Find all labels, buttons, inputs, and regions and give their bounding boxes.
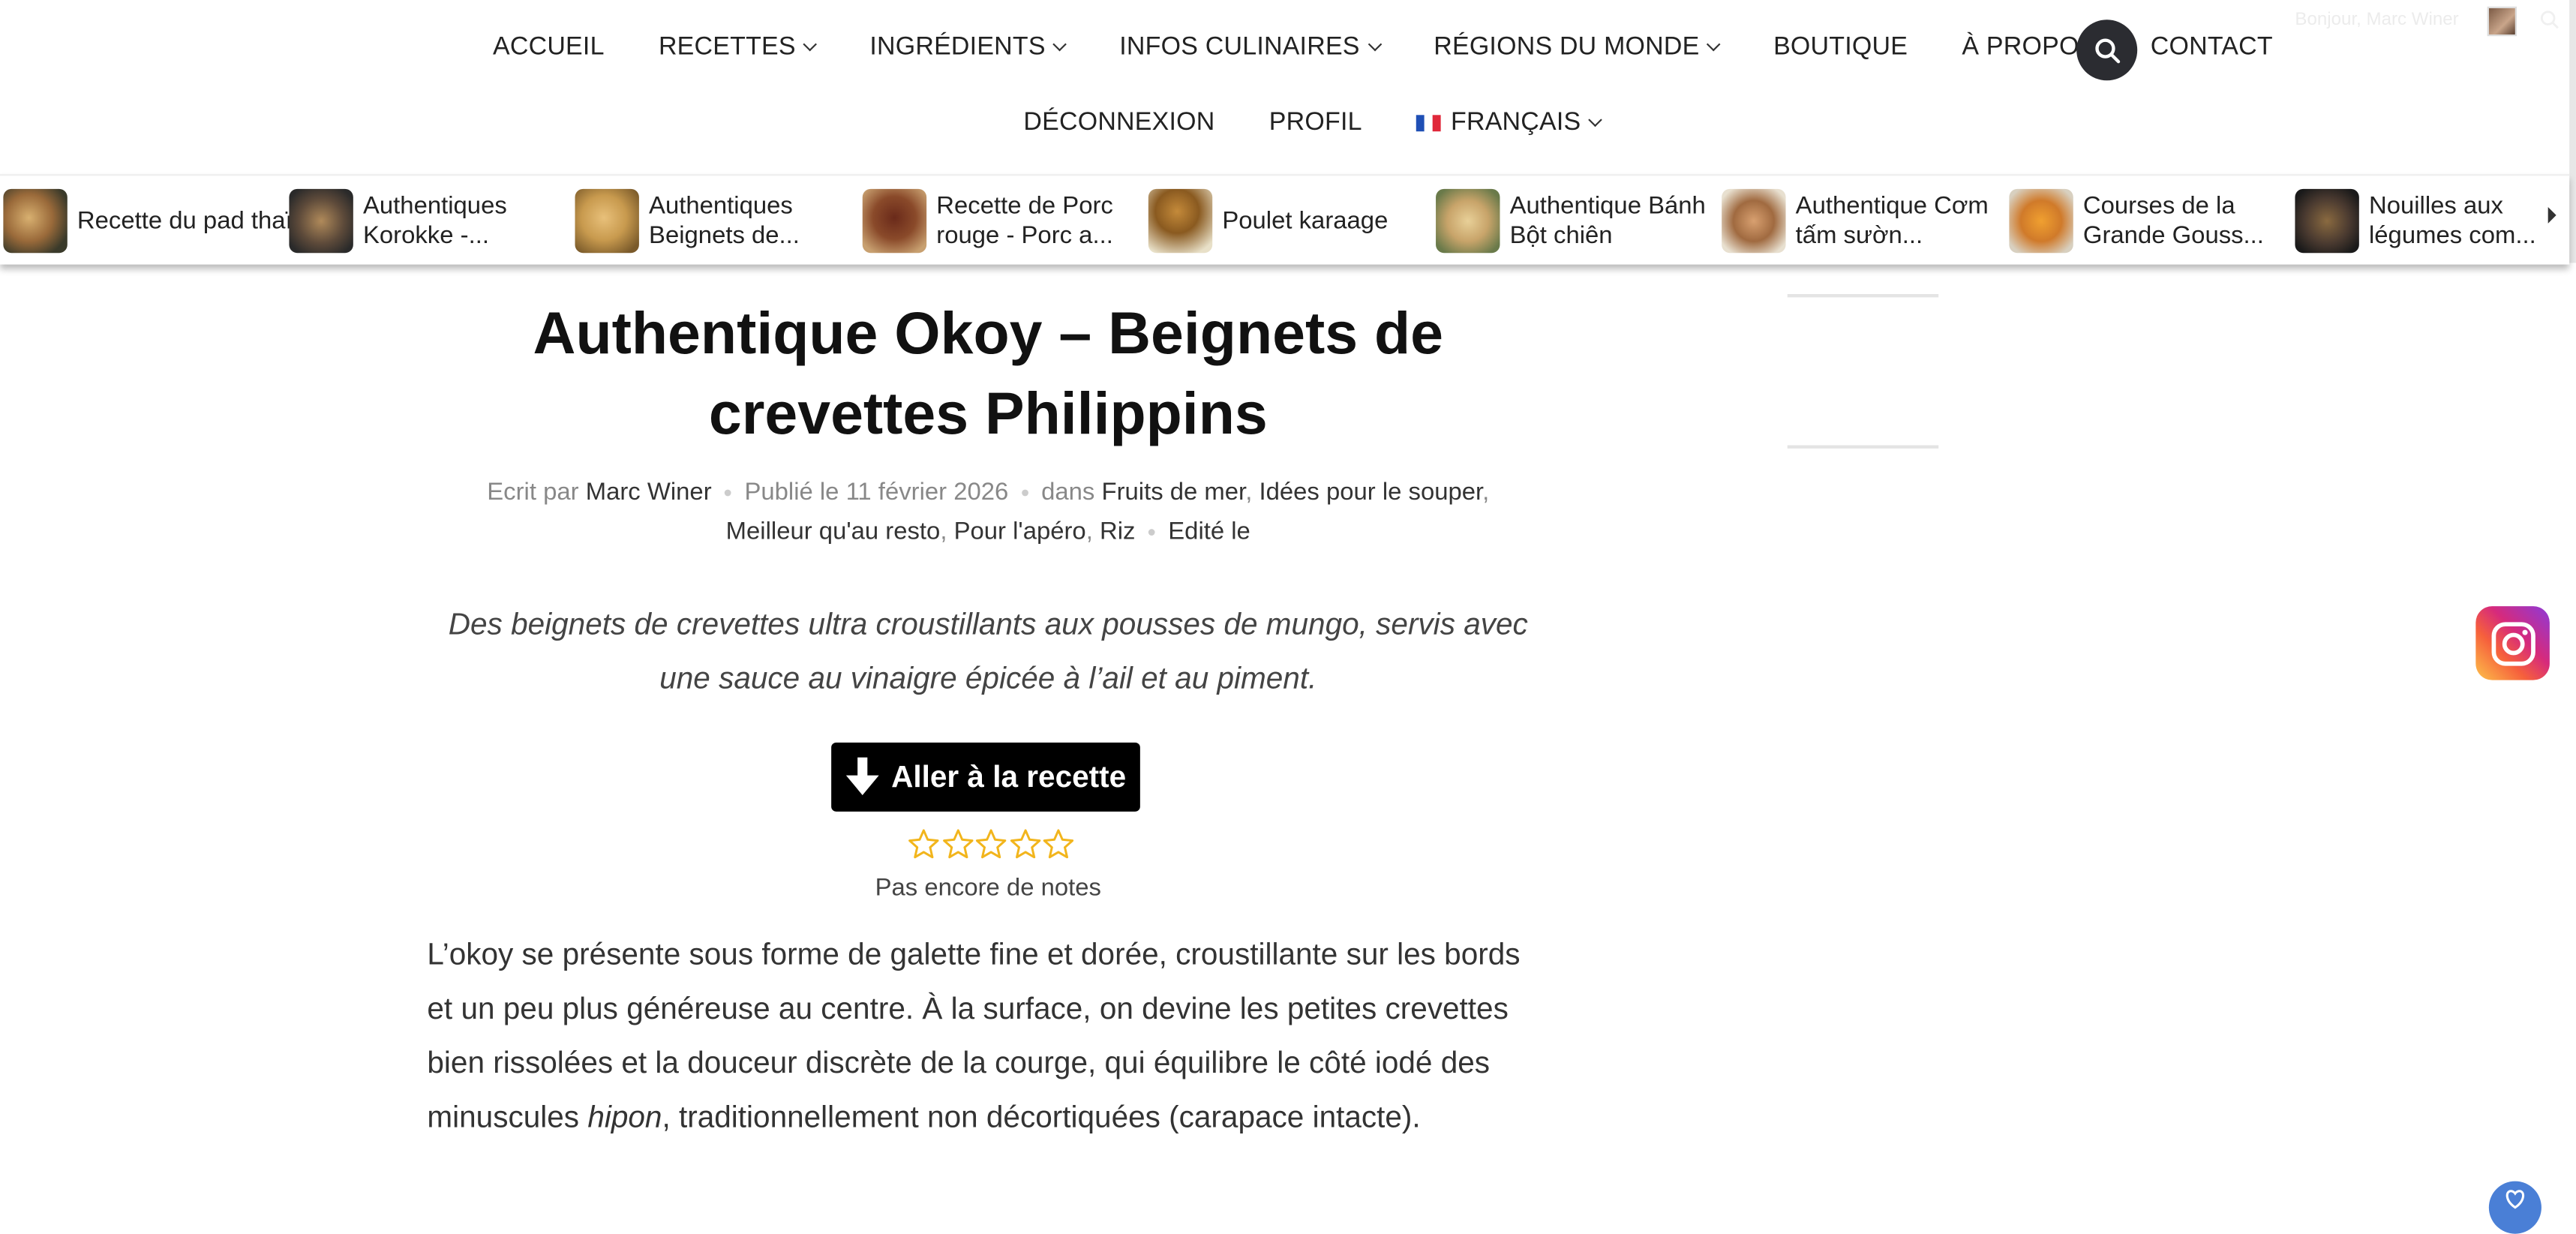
category-link[interactable]: Pour l'apéro [954,518,1086,545]
recipe-carousel: Recette du pad thaï Authentiques Korokke… [0,174,2570,265]
article-paragraph: L’okoy se présente sous forme de galette… [427,926,1544,1143]
heart-icon [2505,1190,2524,1209]
star-icon[interactable] [941,827,974,863]
carousel-item[interactable]: Authentique Cơm tấm sườn... [1722,188,2013,254]
recipe-thumbnail [1148,188,1213,254]
separator-dot [725,489,731,497]
secondary-nav: DÉCONNEXION PROFIL FRANÇAIS [1023,98,1603,148]
recipe-thumbnail [862,188,927,254]
rating-status: Pas encore de notes [875,874,1101,902]
star-icon[interactable] [1008,827,1042,863]
star-icon[interactable] [974,827,1008,863]
carousel-item-label: Authentique Bánh Bột chiên [1509,191,1706,249]
nav-label: RÉGIONS DU MONDE [1434,32,1700,62]
nav-infos-culinaires[interactable]: INFOS CULINAIRES [1119,32,1382,62]
paragraph-text: , traditionnellement non décortiquées (c… [662,1099,1421,1134]
carousel-item-label: Nouilles aux légumes com... [2368,191,2536,249]
nav-profil[interactable]: PROFIL [1269,109,1362,138]
user-greeting[interactable]: Bonjour, Marc Winer [2295,10,2458,29]
carousel-item-label: Recette du pad thaï [77,206,293,235]
nav-label: DÉCONNEXION [1023,108,1215,137]
nav-label: RECETTES [658,32,796,62]
search-icon[interactable] [2540,10,2559,29]
arrow-down-icon [845,757,878,795]
search-icon [2094,38,2120,63]
chevron-down-icon [1368,37,1382,52]
meta-published: Publié le 11 février 2026 [744,478,1009,506]
recipe-thumbnail [1436,188,1500,254]
meta-author-link[interactable]: Marc Winer [586,478,712,506]
meta-written-by: Ecrit par [487,478,579,506]
paragraph-emphasis: hipon [587,1099,662,1134]
nav-contact[interactable]: CONTACT [2151,33,2273,62]
scrollbar-edge [2569,0,2576,263]
carousel-item-label: Authentiques Beignets de... [649,191,800,249]
nav-label: INFOS CULINAIRES [1119,32,1360,62]
nav-label: PROFIL [1268,108,1362,137]
nav-deconnexion[interactable]: DÉCONNEXION [1023,109,1214,138]
carousel-item-label: Authentique Cơm tấm sườn... [1795,191,1989,249]
language-selector[interactable]: FRANÇAIS [1416,108,1603,138]
chevron-down-icon [1707,37,1722,52]
nav-label: ACCUEIL [493,32,605,62]
carousel-item[interactable]: Courses de la Grande Gouss... [2009,188,2300,254]
carousel-next-icon[interactable] [2547,206,2556,224]
carousel-item[interactable]: Nouilles aux légumes com... [2295,188,2546,254]
language-label: FRANÇAIS [1451,108,1581,137]
main-nav: ACCUEIL RECETTES INGRÉDIENTS INFOS CULIN… [493,23,2273,73]
french-flag-icon [1416,115,1441,132]
favorite-bubble-button[interactable] [2488,1181,2541,1234]
instagram-button[interactable] [2475,606,2550,680]
chevron-down-icon [803,37,818,52]
nav-accueil[interactable]: ACCUEIL [493,33,605,62]
carousel-item-label: Recette de Porc rouge - Porc a... [936,191,1113,249]
article-title: Authentique Okoy – Beignets de crevettes… [533,299,1444,447]
carousel-item[interactable]: Recette du pad thaï [3,188,294,254]
nav-ingredients[interactable]: INGRÉDIENTS [869,32,1067,62]
nav-label: INGRÉDIENTS [869,32,1046,62]
jump-to-recipe-button[interactable]: Aller à la recette [831,742,1140,812]
carousel-item-label: Poulet karaage [1222,206,1389,235]
chevron-down-icon [1588,113,1603,128]
carousel-item[interactable]: Poulet karaage [1148,188,1440,254]
recipe-thumbnail [3,188,68,254]
star-icon[interactable] [907,827,941,863]
recipe-thumbnail [575,188,639,254]
nav-boutique[interactable]: BOUTIQUE [1773,33,1908,62]
article-lede: Des beignets de crevettes ultra croustil… [448,606,1528,695]
category-link[interactable]: Riz [1100,518,1135,545]
carousel-item-label: Authentiques Korokke -... [362,191,507,249]
carousel-item[interactable]: Recette de Porc rouge - Porc a... [862,188,1154,254]
nav-label: CONTACT [2150,32,2273,62]
separator-dot [1148,529,1155,536]
star-icon[interactable] [1041,827,1075,863]
page: ACCUEIL RECETTES INGRÉDIENTS INFOS CULIN… [0,0,2576,1234]
category-link[interactable]: Fruits de mer [1101,478,1245,506]
separator-dot [1021,489,1028,497]
sidebar-divider [1787,294,1939,298]
recipe-thumbnail [2295,188,2359,254]
nav-label: BOUTIQUE [1773,32,1908,62]
carousel-item[interactable]: Authentiques Beignets de... [575,188,866,254]
category-link[interactable]: Idées pour le souper [1259,478,1482,506]
chevron-down-icon [1053,37,1067,52]
nav-regions-du-monde[interactable]: RÉGIONS DU MONDE [1434,32,1722,62]
instagram-icon [2490,621,2535,665]
meta-edited: Edité le [1168,517,1250,546]
carousel-item-label: Courses de la Grande Gouss... [2082,191,2264,249]
category-link[interactable]: Meilleur qu'au resto [726,518,941,545]
meta-in: dans [1041,478,1095,506]
carousel-item[interactable]: Authentiques Korokke -... [289,188,580,254]
article-meta: Ecrit par Marc Winer Publié le 11 février… [487,478,1490,546]
jump-to-recipe-label: Aller à la recette [891,758,1127,794]
recipe-thumbnail [2009,188,2073,254]
avatar[interactable] [2487,6,2517,37]
recipe-thumbnail [289,188,353,254]
rating-stars [907,827,1075,863]
search-button[interactable] [2076,20,2138,81]
sidebar-divider [1787,445,1939,449]
carousel-item[interactable]: Authentique Bánh Bột chiên [1436,188,1727,254]
recipe-thumbnail [1722,188,1786,254]
nav-recettes[interactable]: RECETTES [658,32,818,62]
